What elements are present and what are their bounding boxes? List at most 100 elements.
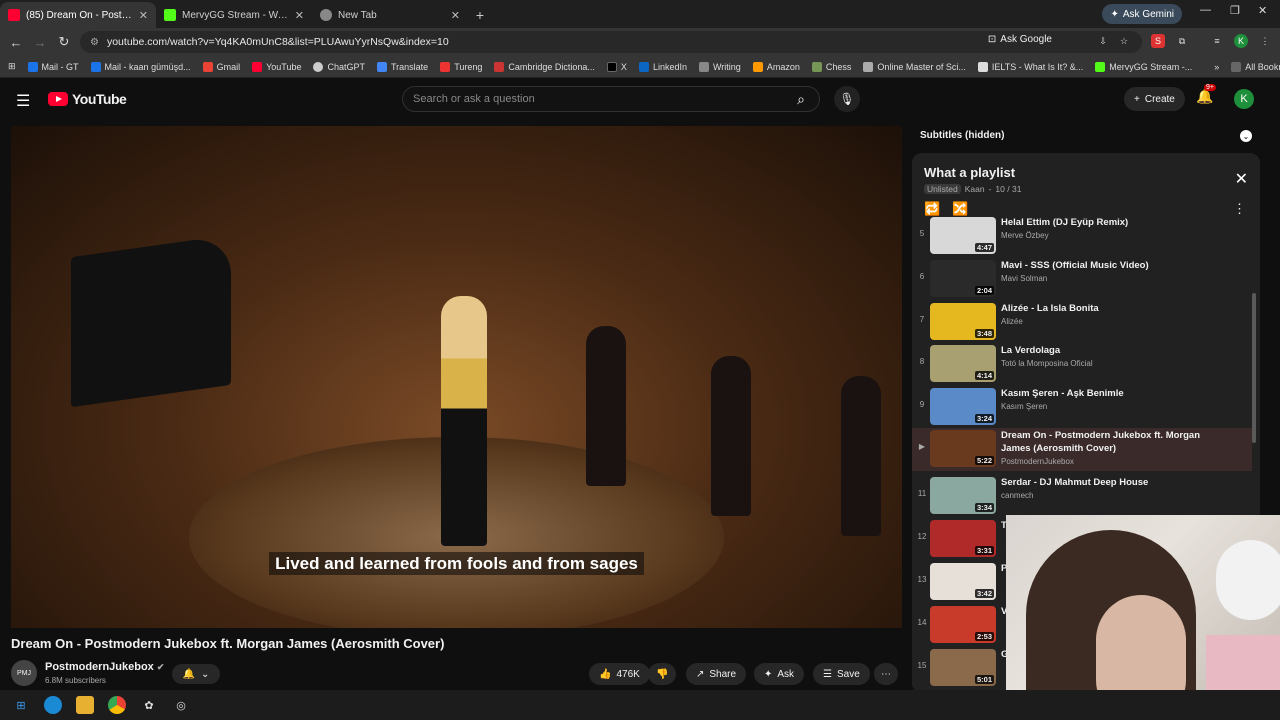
playlist-item[interactable]: 8 4:14 La Verdolaga Totó la Momposina Ofici… [912,343,1252,386]
playlist-item[interactable]: 5 4:47 Helal Ettim (DJ Eyüp Remix) Merve Öz… [912,215,1252,258]
bookmark-item[interactable]: X [606,61,627,72]
bookmark-item[interactable]: IELTS - What Is It? &... [977,61,1083,72]
ask-gemini-button[interactable]: ✦ Ask Gemini [1102,4,1182,24]
playlist-item-channel[interactable]: Totó la Momposina Oficial [1001,359,1093,368]
ask-button[interactable]: ✦ Ask [754,663,805,685]
bookmark-item[interactable]: Writing [698,61,741,72]
like-button[interactable]: 👍 476K [589,663,650,685]
browser-tab-newtab[interactable]: New Tab ✕ [312,2,468,28]
reading-list-icon[interactable]: ≡ [1210,34,1224,48]
bookmarks-overflow-icon[interactable]: » [1214,62,1219,72]
site-info-icon[interactable]: ⚙ [90,37,99,48]
all-bookmarks[interactable]: All Bookmarks [1231,61,1280,72]
playlist-item-channel[interactable]: Alizée [1001,317,1023,326]
extensions-puzzle-icon[interactable]: ⧉ [1175,34,1189,48]
bookmark-item[interactable]: Gmail [202,61,240,72]
microphone-icon[interactable]: 🎙 [834,86,860,112]
new-tab-button[interactable]: + [468,2,492,28]
obs-icon[interactable]: ◎ [172,696,190,714]
playlist-thumbnail[interactable]: 4:47 [930,217,996,254]
playlist-thumbnail[interactable]: 2:04 [930,260,996,297]
video-player[interactable]: Lived and learned from fools and from sa… [11,126,902,628]
bookmark-item[interactable]: Mail - kaan gümüşd... [90,61,191,72]
subscribed-bell-button[interactable]: 🔔 ⌄ [172,664,220,684]
close-window-icon[interactable]: ✕ [1258,4,1267,17]
bookmark-item[interactable]: Amazon [752,61,800,72]
search-input[interactable]: Search or ask a question ⌕ [402,86,820,112]
save-button[interactable]: ☰ Save [813,663,870,685]
edge-icon[interactable] [44,696,62,714]
playlist-item-channel[interactable]: PostmodernJukebox [1001,457,1074,466]
address-bar[interactable]: ⚙ youtube.com/watch?v=Yq4KA0mUnC8&list=P… [80,31,1142,53]
browser-menu-icon[interactable]: ⋮ [1258,34,1272,48]
playlist-thumbnail[interactable]: 5:01 [930,649,996,686]
dislike-button[interactable]: 👎 [648,663,677,685]
bookmark-item[interactable]: ChatGPT [313,61,365,72]
forward-icon[interactable]: → [28,35,52,50]
file-explorer-icon[interactable] [76,696,94,714]
youtube-logo[interactable]: YouTube [48,91,127,107]
profile-avatar[interactable]: K [1234,34,1248,48]
install-icon[interactable]: ⇩ [1096,34,1110,48]
playlist-thumbnail[interactable]: 3:48 [930,303,996,340]
account-avatar[interactable]: K [1234,89,1254,109]
bookmark-star-icon[interactable]: ☆ [1117,34,1131,48]
channel-name[interactable]: PostmodernJukebox ✔ [45,661,164,673]
playlist-item[interactable]: 7 3:48 Alizée - La Isla Bonita Alizée [912,301,1252,344]
playlist-item[interactable]: ▶ 5:22 Dream On - Postmodern Jukebox ft. M… [912,428,1252,471]
playlist-thumbnail[interactable]: 3:34 [930,477,996,514]
playlist-item-channel[interactable]: canmech [1001,491,1033,500]
playlist-thumbnail[interactable]: 5:22 [930,430,996,467]
chevron-down-icon[interactable]: ⌄ [1240,130,1252,142]
chatgpt-icon[interactable]: ✿ [140,696,158,714]
restore-icon[interactable]: ❐ [1230,4,1240,17]
playlist-item[interactable]: 6 2:04 Mavi - SSS (Official Music Video) Ma… [912,258,1252,301]
reload-icon[interactable]: ↻ [52,34,76,50]
back-icon[interactable]: ← [4,35,28,50]
windows-start-icon[interactable]: ⊞ [12,696,30,714]
more-actions-icon[interactable]: ⋯ [874,663,898,685]
playlist-thumbnail[interactable]: 4:14 [930,345,996,382]
channel-avatar[interactable]: PMJ [11,660,37,686]
bookmark-item[interactable]: Chess [811,61,851,72]
bookmark-item[interactable]: Mail - GT [27,61,79,72]
search-icon[interactable]: ⌕ [787,89,815,109]
bookmark-item[interactable]: MervyGG Stream -... [1095,61,1192,72]
playlist-item[interactable]: 9 3:24 Kasım Şeren - Aşk Benimle Kasım Şere… [912,386,1252,429]
minimize-icon[interactable]: — [1200,4,1211,16]
bookmark-item[interactable]: YouTube [252,61,301,72]
playlist-scrollbar[interactable] [1252,293,1256,443]
bookmark-item[interactable]: Translate [377,61,428,72]
playlist-thumbnail[interactable]: 2:53 [930,606,996,643]
playlist-title[interactable]: What a playlist [924,165,1015,180]
close-tab-icon[interactable]: ✕ [451,9,460,22]
playlist-thumbnail[interactable]: 3:31 [930,520,996,557]
chrome-icon[interactable] [108,696,126,714]
close-icon[interactable]: ✕ [1235,169,1248,189]
extension-icon[interactable]: S [1151,34,1165,48]
playlist-item-title: Kasım Şeren - Aşk Benimle [1001,388,1124,399]
playlist-item-channel[interactable]: Mavi Solman [1001,274,1047,283]
browser-tab-youtube[interactable]: (85) Dream On - Postmode ✕ [0,2,156,28]
ask-google-button[interactable]: ⊡ Ask Google [988,34,1052,45]
video-frame-cellist [586,326,626,486]
playlist-thumbnail[interactable]: 3:42 [930,563,996,600]
bookmark-item[interactable]: Tureng [440,61,482,72]
playlist-owner[interactable]: Kaan [965,184,985,194]
bookmark-item[interactable]: Cambridge Dictiona... [494,61,595,72]
share-button[interactable]: ↗ Share [686,663,747,685]
create-button[interactable]: + Create [1124,87,1185,111]
apps-grid-icon[interactable]: ⊞ [8,61,16,72]
playlist-item-channel[interactable]: Merve Özbey [1001,231,1049,240]
bookmark-item[interactable]: Online Master of Sci... [863,61,966,72]
menu-icon[interactable]: ☰ [16,91,30,111]
close-tab-icon[interactable]: ✕ [139,9,148,22]
close-tab-icon[interactable]: ✕ [295,9,304,22]
browser-tab-kick[interactable]: MervyGG Stream - Watch Live ✕ [156,2,312,28]
playlist-item-channel[interactable]: Kasım Şeren [1001,402,1047,411]
subtitles-toggle-label[interactable]: Subtitles (hidden) [920,130,1004,141]
playlist-thumbnail[interactable]: 3:24 [930,388,996,425]
notifications-icon[interactable]: 🔔 9+ [1196,84,1216,105]
bookmark-item[interactable]: LinkedIn [638,61,687,72]
playlist-item[interactable]: 11 3:34 Serdar - DJ Mahmut Deep House canme… [912,475,1252,518]
